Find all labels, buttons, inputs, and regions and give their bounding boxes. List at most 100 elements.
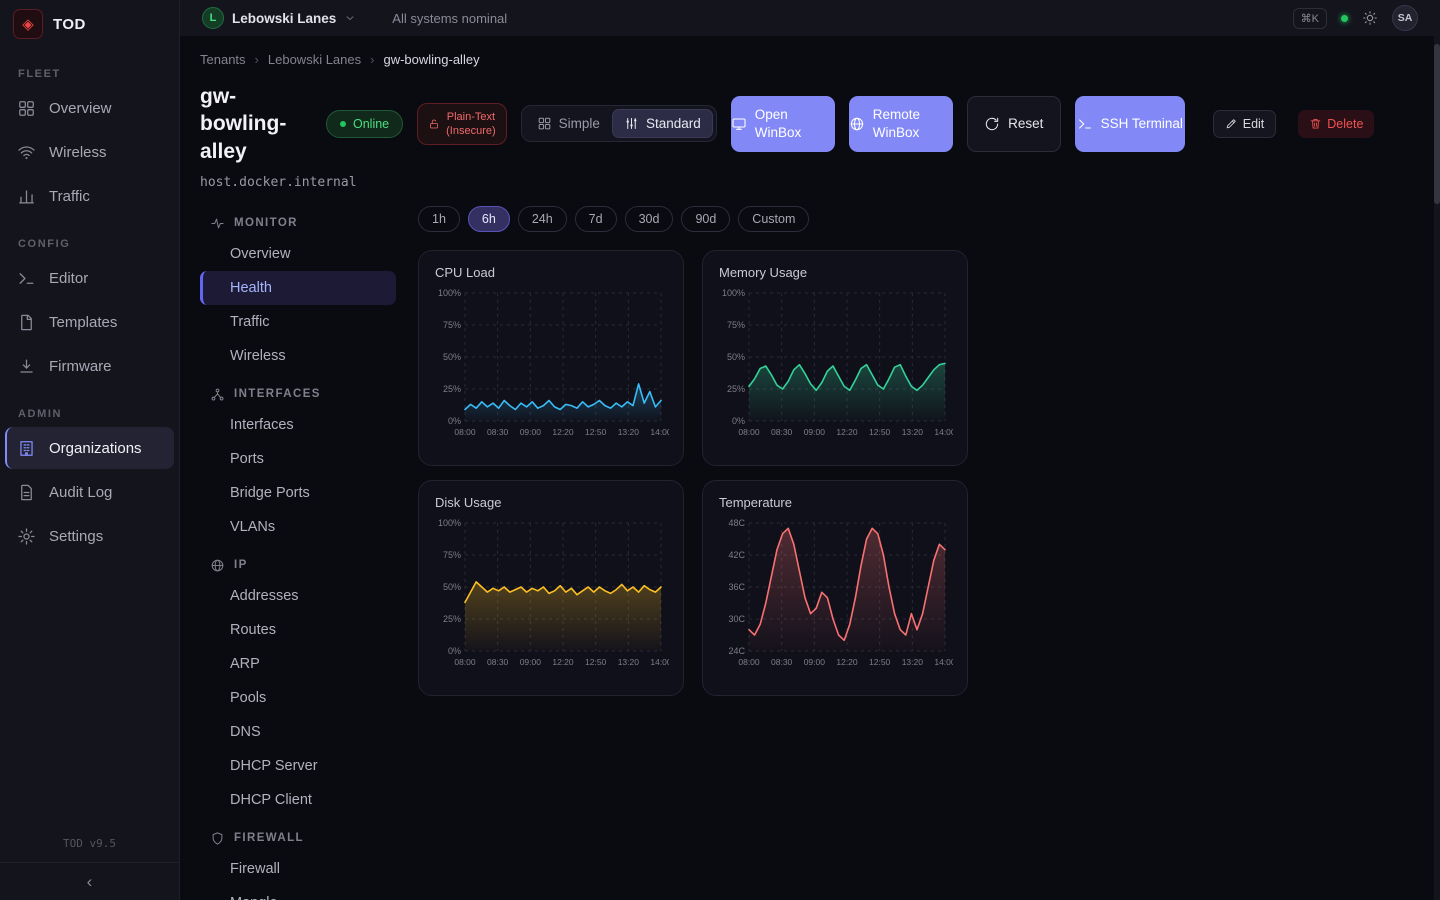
reset-label: Reset [1008, 115, 1043, 133]
memory-usage-chart-card: Memory Usage 100%75%50%25%0%08:0008:3009… [702, 250, 968, 466]
shield-icon [210, 831, 225, 846]
subnav-item-interfaces[interactable]: Interfaces [200, 408, 396, 442]
online-badge-label: Online [353, 117, 389, 131]
subnav-item-pools[interactable]: Pools [200, 681, 396, 715]
svg-text:08:00: 08:00 [738, 427, 760, 437]
insecure-badge-line1: Plain-Text [446, 110, 496, 124]
sidebar-collapse-button[interactable]: ‹ [0, 862, 179, 900]
svg-text:0%: 0% [732, 416, 745, 426]
delete-label: Delete [1327, 117, 1363, 131]
online-status-badge: Online [326, 110, 403, 138]
time-range-7d[interactable]: 7d [575, 206, 617, 232]
svg-text:100%: 100% [438, 288, 461, 298]
grid-icon [537, 116, 552, 131]
sidebar-section-admin: ADMIN [18, 408, 179, 420]
sidebar-item-organizations[interactable]: Organizations [5, 427, 174, 469]
subnav-item-overview[interactable]: Overview [200, 237, 396, 271]
sidebar-item-label: Editor [49, 270, 88, 287]
subnav-item-dhcp-server[interactable]: DHCP Server [200, 749, 396, 783]
reset-button[interactable]: Reset [967, 96, 1061, 152]
svg-text:48C: 48C [728, 518, 745, 528]
sidebar-item-label: Wireless [49, 144, 107, 161]
svg-text:08:00: 08:00 [454, 427, 476, 437]
sidebar-item-label: Organizations [49, 440, 142, 457]
command-palette-shortcut[interactable]: ⌘K [1293, 8, 1327, 29]
svg-text:0%: 0% [448, 416, 461, 426]
subnav-item-dns[interactable]: DNS [200, 715, 396, 749]
breadcrumb-tenants[interactable]: Tenants [200, 52, 246, 67]
time-range-24h[interactable]: 24h [518, 206, 567, 232]
time-range-selector: 1h 6h 24h 7d 30d 90d Custom [418, 206, 1440, 232]
subnav-item-traffic[interactable]: Traffic [200, 305, 396, 339]
view-mode-simple[interactable]: Simple [525, 109, 612, 138]
subnav-item-health[interactable]: Health [200, 271, 396, 305]
delete-button[interactable]: Delete [1298, 110, 1374, 138]
time-range-30d[interactable]: 30d [625, 206, 674, 232]
sidebar-footer: TOD v9.5 ‹ [0, 829, 179, 900]
sidebar-item-label: Settings [49, 528, 103, 545]
network-icon [210, 387, 225, 402]
svg-text:75%: 75% [443, 550, 461, 560]
breadcrumb: Tenants › Lebowski Lanes › gw-bowling-al… [200, 52, 1440, 67]
view-mode-standard[interactable]: Standard [612, 109, 713, 138]
app-logo-icon: ◈ [13, 9, 43, 39]
app-version: TOD v9.5 [0, 829, 179, 862]
svg-text:13:20: 13:20 [618, 427, 640, 437]
subnav-item-mangle[interactable]: Mangle [200, 886, 396, 900]
temperature-chart-card: Temperature 48C42C36C30C24C08:0008:3009:… [702, 480, 968, 696]
theme-toggle-sun-icon[interactable] [1362, 10, 1378, 26]
sidebar-item-overview[interactable]: Overview [5, 87, 174, 129]
page-title: gw-bowling-alley [200, 83, 312, 165]
subnav-item-routes[interactable]: Routes [200, 613, 396, 647]
sidebar-item-wireless[interactable]: Wireless [5, 131, 174, 173]
svg-text:12:50: 12:50 [585, 657, 607, 667]
time-range-1h[interactable]: 1h [418, 206, 460, 232]
svg-text:13:20: 13:20 [618, 657, 640, 667]
svg-text:0%: 0% [448, 646, 461, 656]
sidebar-item-label: Firmware [49, 358, 112, 375]
insecure-badge-line2: (Insecure) [446, 124, 496, 138]
svg-text:12:50: 12:50 [869, 657, 891, 667]
subnav-item-addresses[interactable]: Addresses [200, 579, 396, 613]
subnav-item-ports[interactable]: Ports [200, 442, 396, 476]
sidebar-item-audit-log[interactable]: Audit Log [5, 471, 174, 513]
sidebar-item-settings[interactable]: Settings [5, 515, 174, 557]
scrollbar-track[interactable] [1434, 36, 1440, 900]
edit-button[interactable]: Edit [1213, 110, 1277, 138]
svg-text:12:20: 12:20 [552, 427, 574, 437]
pencil-icon [1225, 117, 1238, 130]
svg-text:24C: 24C [728, 646, 745, 656]
scrollbar-thumb[interactable] [1434, 44, 1440, 204]
open-winbox-button[interactable]: Open WinBox [731, 96, 835, 152]
time-range-custom[interactable]: Custom [738, 206, 809, 232]
subnav-item-wireless[interactable]: Wireless [200, 339, 396, 373]
user-avatar[interactable]: SA [1392, 5, 1418, 31]
time-range-90d[interactable]: 90d [681, 206, 730, 232]
subnav-item-bridge-ports[interactable]: Bridge Ports [200, 476, 396, 510]
svg-text:50%: 50% [443, 352, 461, 362]
ssh-terminal-button[interactable]: SSH Terminal [1075, 96, 1185, 152]
chart-title: Disk Usage [435, 495, 667, 510]
main-content: Tenants › Lebowski Lanes › gw-bowling-al… [180, 36, 1440, 900]
svg-text:08:00: 08:00 [738, 657, 760, 667]
gear-icon [17, 527, 36, 546]
sidebar-item-label: Audit Log [49, 484, 112, 501]
sidebar-item-traffic[interactable]: Traffic [5, 175, 174, 217]
subnav-section-interfaces: INTERFACES [210, 387, 396, 402]
memory-usage-chart: 100%75%50%25%0%08:0008:3009:0012:2012:50… [719, 283, 951, 453]
tenant-switcher[interactable]: L Lebowski Lanes [202, 7, 356, 29]
breadcrumb-tenant[interactable]: Lebowski Lanes [268, 52, 361, 67]
subnav-item-dhcp-client[interactable]: DHCP Client [200, 783, 396, 817]
sidebar-item-firmware[interactable]: Firmware [5, 345, 174, 387]
remote-winbox-button[interactable]: Remote WinBox [849, 96, 953, 152]
svg-text:14:00: 14:00 [934, 657, 953, 667]
sidebar-item-templates[interactable]: Templates [5, 301, 174, 343]
svg-text:42C: 42C [728, 550, 745, 560]
sidebar-item-editor[interactable]: Editor [5, 257, 174, 299]
subnav-item-firewall[interactable]: Firewall [200, 852, 396, 886]
time-range-6h[interactable]: 6h [468, 206, 510, 232]
subnav-item-arp[interactable]: ARP [200, 647, 396, 681]
chevron-down-icon [344, 12, 356, 24]
subnav-item-vlans[interactable]: VLANs [200, 510, 396, 544]
sidebar-item-label: Traffic [49, 188, 90, 205]
